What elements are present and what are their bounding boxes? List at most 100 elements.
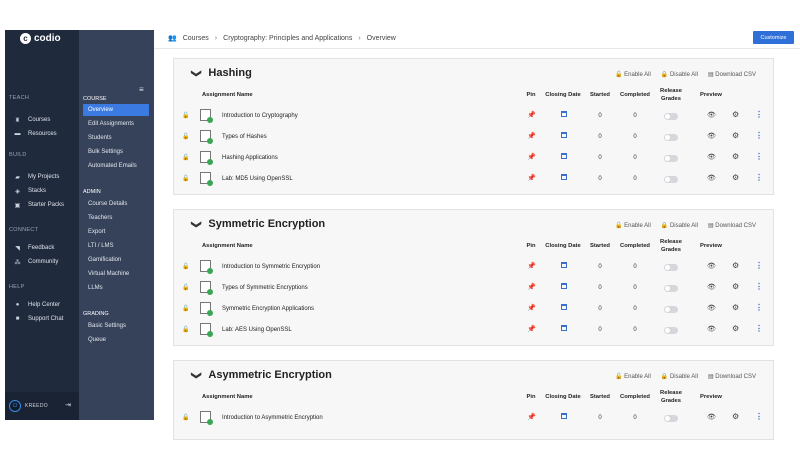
- release-grades-toggle[interactable]: [664, 415, 678, 422]
- module-title[interactable]: ❯ Hashing: [191, 67, 252, 79]
- codio-logo[interactable]: c codio: [5, 30, 79, 46]
- settings-gear-icon[interactable]: ⚙: [732, 324, 739, 333]
- nav-item-starter-packs[interactable]: ▣ Starter Packs: [13, 200, 64, 210]
- assignment-name[interactable]: Introduction to Cryptography: [222, 113, 298, 119]
- breadcrumb-courses[interactable]: Courses: [183, 35, 209, 42]
- more-options-icon[interactable]: ⋮: [755, 152, 763, 161]
- assignment-name[interactable]: Introduction to Asymmetric Encryption: [222, 415, 323, 421]
- preview-eye-icon[interactable]: 👁: [707, 325, 716, 333]
- disable-all-button[interactable]: 🔒 Disable All: [661, 373, 698, 380]
- course-nav-queue[interactable]: Queue: [83, 334, 149, 346]
- nav-item-support-chat[interactable]: ■ Support Chat: [13, 314, 64, 324]
- release-grades-toggle[interactable]: [664, 285, 678, 292]
- nav-item-feedback[interactable]: ◥ Feedback: [13, 243, 54, 253]
- unlock-icon[interactable]: 🔓: [182, 154, 189, 161]
- more-options-icon[interactable]: ⋮: [755, 412, 763, 421]
- settings-gear-icon[interactable]: ⚙: [732, 131, 739, 140]
- preview-eye-icon[interactable]: 👁: [707, 132, 716, 140]
- course-nav-overview[interactable]: Overview: [83, 104, 149, 116]
- unlock-icon[interactable]: 🔓: [182, 133, 189, 140]
- logout-icon[interactable]: ⇥: [65, 401, 71, 409]
- pin-icon[interactable]: 📌: [527, 283, 536, 291]
- assignment-name[interactable]: Hashing Applications: [222, 155, 278, 161]
- release-grades-toggle[interactable]: [664, 113, 678, 120]
- nav-item-help-center[interactable]: ● Help Center: [13, 300, 60, 310]
- module-title[interactable]: ❯ Symmetric Encryption: [191, 218, 325, 230]
- preview-eye-icon[interactable]: 👁: [707, 174, 716, 182]
- course-nav-edit-assignments[interactable]: Edit Assignments: [83, 118, 149, 130]
- nav-item-stacks[interactable]: ◈ Stacks: [13, 186, 46, 196]
- unlock-icon[interactable]: 🔓: [182, 263, 189, 270]
- pin-icon[interactable]: 📌: [527, 413, 536, 421]
- course-nav-lti-lms[interactable]: LTI / LMS: [83, 240, 149, 252]
- enable-all-button[interactable]: 🔓 Enable All: [615, 222, 651, 229]
- calendar-icon[interactable]: [561, 174, 567, 180]
- course-nav-students[interactable]: Students: [83, 132, 149, 144]
- nav-item-community[interactable]: ⁂ Community: [13, 257, 59, 267]
- download-csv-button[interactable]: ▤ Download CSV: [708, 71, 756, 78]
- course-nav-teachers[interactable]: Teachers: [83, 212, 149, 224]
- more-options-icon[interactable]: ⋮: [755, 324, 763, 333]
- user-avatar-icon[interactable]: ⏻: [9, 400, 21, 412]
- settings-gear-icon[interactable]: ⚙: [732, 261, 739, 270]
- calendar-icon[interactable]: [561, 304, 567, 310]
- assignment-name[interactable]: Types of Symmetric Encryptions: [222, 285, 308, 291]
- enable-all-button[interactable]: 🔓 Enable All: [615, 71, 651, 78]
- assignment-name[interactable]: Introduction to Symmetric Encryption: [222, 264, 320, 270]
- more-options-icon[interactable]: ⋮: [755, 110, 763, 119]
- more-options-icon[interactable]: ⋮: [755, 303, 763, 312]
- calendar-icon[interactable]: [561, 283, 567, 289]
- disable-all-button[interactable]: 🔒 Disable All: [661, 71, 698, 78]
- download-csv-button[interactable]: ▤ Download CSV: [708, 373, 756, 380]
- settings-gear-icon[interactable]: ⚙: [732, 152, 739, 161]
- pin-icon[interactable]: 📌: [527, 153, 536, 161]
- chevron-down-icon[interactable]: ❯: [191, 69, 202, 77]
- release-grades-toggle[interactable]: [664, 134, 678, 141]
- settings-gear-icon[interactable]: ⚙: [732, 412, 739, 421]
- preview-eye-icon[interactable]: 👁: [707, 304, 716, 312]
- calendar-icon[interactable]: [561, 111, 567, 117]
- settings-gear-icon[interactable]: ⚙: [732, 282, 739, 291]
- assignment-name[interactable]: Symmetric Encryption Applications: [222, 306, 314, 312]
- assignment-name[interactable]: Lab: AES Using OpenSSL: [222, 327, 292, 333]
- release-grades-toggle[interactable]: [664, 155, 678, 162]
- release-grades-toggle[interactable]: [664, 176, 678, 183]
- release-grades-toggle[interactable]: [664, 264, 678, 271]
- assignment-name[interactable]: Lab: MD5 Using OpenSSL: [222, 176, 293, 182]
- preview-eye-icon[interactable]: 👁: [707, 283, 716, 291]
- download-csv-button[interactable]: ▤ Download CSV: [708, 222, 756, 229]
- release-grades-toggle[interactable]: [664, 327, 678, 334]
- enable-all-button[interactable]: 🔓 Enable All: [615, 373, 651, 380]
- settings-gear-icon[interactable]: ⚙: [732, 303, 739, 312]
- unlock-icon[interactable]: 🔓: [182, 414, 189, 421]
- course-nav-virtual-machine[interactable]: Virtual Machine: [83, 268, 149, 280]
- release-grades-toggle[interactable]: [664, 306, 678, 313]
- calendar-icon[interactable]: [561, 413, 567, 419]
- calendar-icon[interactable]: [561, 325, 567, 331]
- preview-eye-icon[interactable]: 👁: [707, 111, 716, 119]
- course-nav-export[interactable]: Export: [83, 226, 149, 238]
- course-nav-gamification[interactable]: Gamification: [83, 254, 149, 266]
- preview-eye-icon[interactable]: 👁: [707, 262, 716, 270]
- more-options-icon[interactable]: ⋮: [755, 282, 763, 291]
- course-nav-bulk-settings[interactable]: Bulk Settings: [83, 146, 149, 158]
- settings-gear-icon[interactable]: ⚙: [732, 110, 739, 119]
- chevron-down-icon[interactable]: ❯: [191, 371, 202, 379]
- module-title[interactable]: ❯ Asymmetric Encryption: [191, 369, 332, 381]
- pin-icon[interactable]: 📌: [527, 174, 536, 182]
- more-options-icon[interactable]: ⋮: [755, 131, 763, 140]
- calendar-icon[interactable]: [561, 153, 567, 159]
- course-nav-basic-settings[interactable]: Basic Settings: [83, 320, 149, 332]
- calendar-icon[interactable]: [561, 262, 567, 268]
- nav-item-courses[interactable]: ♜ Courses: [13, 115, 51, 125]
- more-options-icon[interactable]: ⋮: [755, 173, 763, 182]
- collapse-menu-icon[interactable]: ≡: [139, 85, 144, 94]
- pin-icon[interactable]: 📌: [527, 132, 536, 140]
- course-nav-course-details[interactable]: Course Details: [83, 198, 149, 210]
- unlock-icon[interactable]: 🔓: [182, 284, 189, 291]
- assignment-name[interactable]: Types of Hashes: [222, 134, 267, 140]
- customize-button[interactable]: Customize: [753, 31, 794, 44]
- more-options-icon[interactable]: ⋮: [755, 261, 763, 270]
- nav-item-my-projects[interactable]: ▰ My Projects: [13, 172, 59, 182]
- preview-eye-icon[interactable]: 👁: [707, 413, 716, 421]
